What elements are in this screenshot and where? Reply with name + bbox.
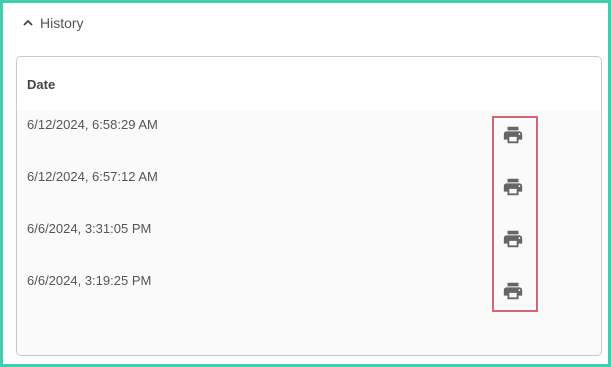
history-toggle[interactable]: History <box>22 15 84 31</box>
history-title: History <box>40 15 84 31</box>
row-date: 6/6/2024, 3:19:25 PM <box>27 273 152 288</box>
print-icon[interactable] <box>502 124 524 146</box>
table-row: 6/6/2024, 3:31:05 PM <box>17 215 601 267</box>
row-date: 6/6/2024, 3:31:05 PM <box>27 221 152 236</box>
row-date: 6/12/2024, 6:57:12 AM <box>27 169 158 184</box>
chevron-up-icon <box>22 17 34 29</box>
table-header: Date <box>17 57 601 111</box>
table-row: 6/12/2024, 6:58:29 AM <box>17 111 601 163</box>
column-header-date: Date <box>27 76 56 92</box>
table-row: 6/12/2024, 6:57:12 AM <box>17 163 601 215</box>
row-date: 6/12/2024, 6:58:29 AM <box>27 117 158 132</box>
print-icon[interactable] <box>502 176 524 198</box>
print-icon[interactable] <box>502 280 524 302</box>
history-table: Date 6/12/2024, 6:58:29 AM 6/12/2024, 6:… <box>16 56 602 356</box>
table-row: 6/6/2024, 3:19:25 PM <box>17 267 601 319</box>
print-icon[interactable] <box>502 228 524 250</box>
